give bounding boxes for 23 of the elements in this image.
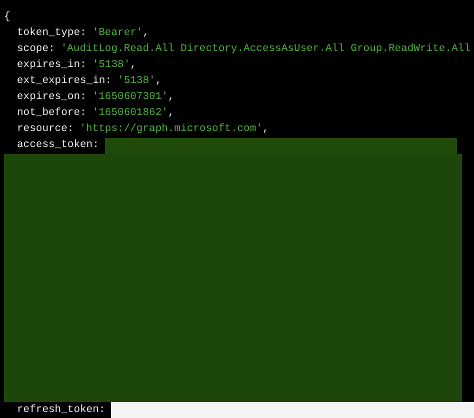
field-key: scope: bbox=[17, 42, 55, 58]
field-key: not_before: bbox=[17, 106, 86, 122]
open-brace: { bbox=[4, 10, 10, 26]
comma: , bbox=[168, 90, 174, 106]
comma: , bbox=[142, 26, 150, 42]
field-value: 'AuditLog.Read.All Directory.AccessAsUser.All Group.ReadWrite.All bbox=[60, 42, 470, 58]
field-key: ext_expires_in: bbox=[17, 74, 112, 90]
field-value: '5138' bbox=[118, 74, 156, 90]
field-key: expires_on: bbox=[17, 90, 86, 106]
field-key: refresh_token: bbox=[17, 403, 106, 418]
field-value: '5138' bbox=[92, 58, 130, 74]
comma: , bbox=[155, 74, 162, 90]
field-key: access_token: bbox=[17, 138, 99, 154]
comma: , bbox=[262, 122, 269, 138]
field-value: 'Bearer' bbox=[92, 26, 143, 42]
field-key: expires_in: bbox=[17, 58, 86, 74]
field-value: 'https://graph.microsoft.com' bbox=[80, 122, 262, 138]
comma: , bbox=[130, 58, 136, 74]
comma: , bbox=[168, 106, 174, 122]
field-key: token_type: bbox=[17, 26, 86, 42]
field-value: '1650601862' bbox=[92, 106, 168, 122]
field-value: '1650607301' bbox=[92, 90, 168, 106]
field-key: resource: bbox=[17, 122, 74, 138]
